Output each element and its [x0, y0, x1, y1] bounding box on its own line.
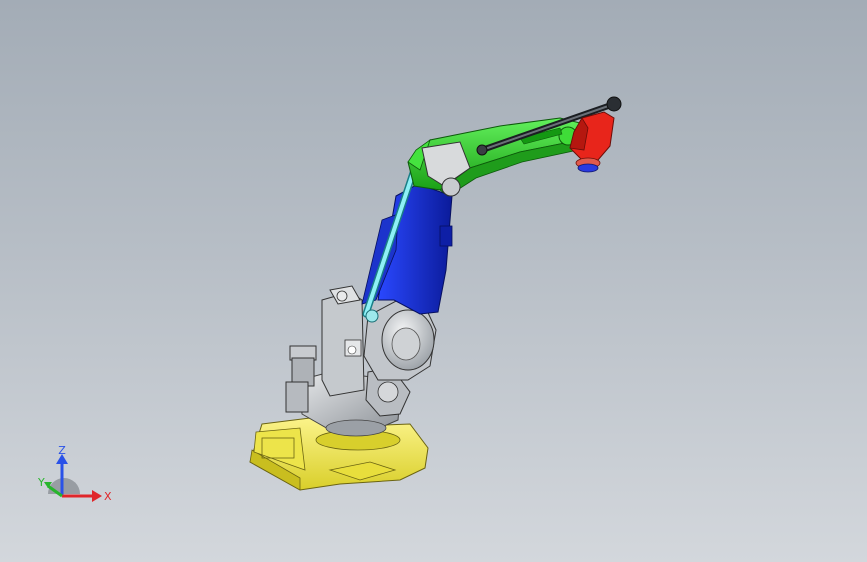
- forearm-part[interactable]: [407, 117, 585, 197]
- y-axis-label: Y: [37, 476, 45, 489]
- triad-origin-icon: [48, 478, 80, 494]
- wrist-part[interactable]: [569, 111, 615, 173]
- graphics-viewport[interactable]: Z X Y: [0, 0, 867, 562]
- z-axis-label: Z: [58, 444, 66, 457]
- x-axis-label: X: [104, 490, 112, 503]
- coordinate-triad: Z X Y: [37, 444, 112, 503]
- robot-model[interactable]: [0, 0, 867, 562]
